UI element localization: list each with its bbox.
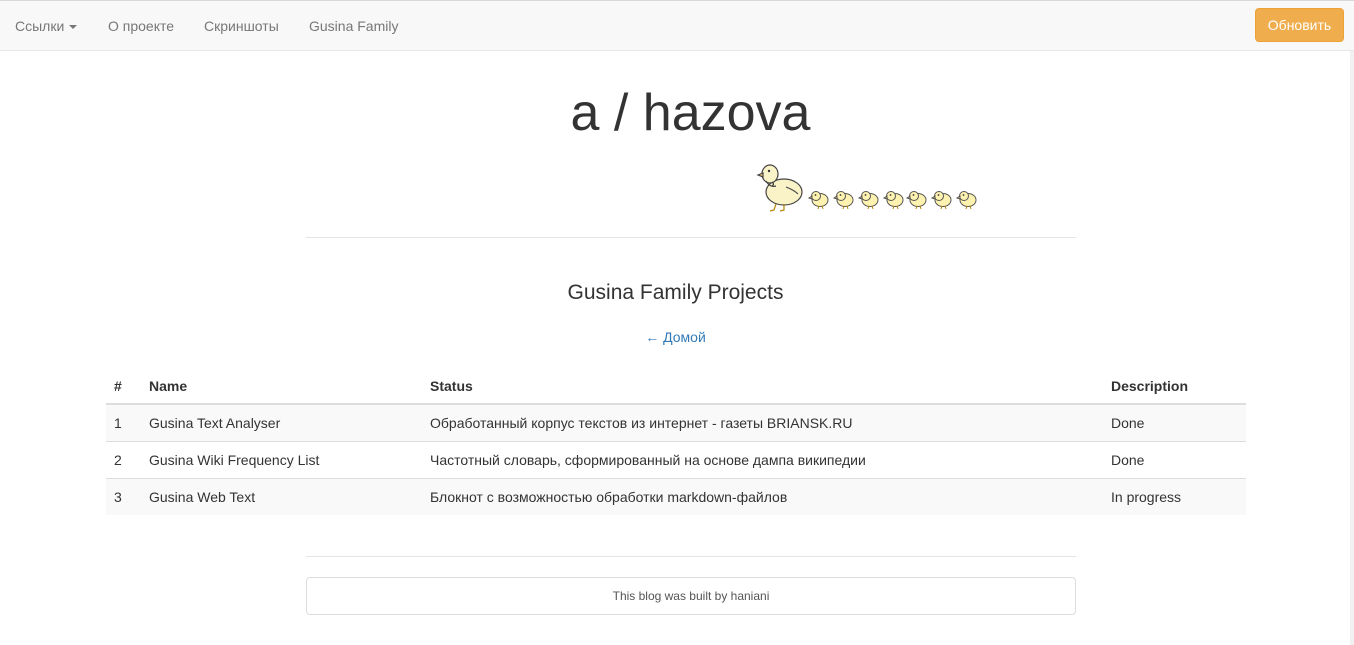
project-description: In progress	[1103, 478, 1246, 515]
row-number: 2	[106, 441, 141, 479]
ducks-image	[756, 164, 977, 212]
footer-text: This blog was built by haniani	[612, 589, 770, 603]
caret-down-icon	[69, 25, 78, 30]
top-navbar: Ссылки О проекте Скриншоты Gusina Family…	[0, 0, 1354, 51]
scrollbar-track[interactable]	[1350, 51, 1354, 645]
duckling-icon	[882, 191, 904, 210]
table-row: 3 Gusina Web Text Блокнот с возможностью…	[106, 478, 1246, 515]
page-subtitle: Gusina Family Projects	[567, 281, 784, 304]
project-name: Gusina Web Text	[141, 478, 422, 515]
table-row: 1 Gusina Text Analyser Обработанный корп…	[106, 403, 1246, 442]
nav-screenshots[interactable]: Скриншоты	[204, 1, 279, 51]
project-name: Gusina Text Analyser	[141, 403, 422, 442]
duckling-icon	[807, 191, 829, 210]
duckling-icon	[955, 191, 977, 210]
duckling-icon	[857, 191, 879, 210]
table-row: 2 Gusina Wiki Frequency List Частотный с…	[106, 441, 1246, 479]
project-description: Done	[1103, 403, 1246, 442]
header-divider	[306, 237, 1076, 238]
nav-about[interactable]: О проекте	[108, 1, 174, 51]
footer: This blog was built by haniani	[306, 577, 1076, 615]
row-number: 1	[106, 403, 141, 442]
links-dropdown-label: Ссылки	[15, 18, 65, 34]
table-header-row: # Name Status Description	[106, 368, 1246, 405]
project-status: Частотный словарь, сформированный на осн…	[422, 441, 1103, 479]
duckling-icon	[930, 191, 952, 210]
project-name: Gusina Wiki Frequency List	[141, 441, 422, 479]
duckling-icon	[832, 191, 854, 210]
footer-divider	[306, 556, 1076, 557]
update-button[interactable]: Обновить	[1255, 8, 1344, 42]
project-status: Обработанный корпус текстов из интернет …	[422, 403, 1103, 442]
home-link[interactable]: ← Домой	[0, 327, 1351, 347]
links-dropdown[interactable]: Ссылки	[15, 1, 78, 51]
column-header-description: Description	[1103, 368, 1246, 405]
projects-table: # Name Status Description 1 Gusina Text …	[106, 368, 1246, 515]
project-description: Done	[1103, 441, 1246, 479]
duckling-icon	[905, 191, 927, 210]
site-title: a / hazova	[570, 84, 811, 142]
nav-gusina-family[interactable]: Gusina Family	[309, 1, 398, 51]
column-header-number: #	[106, 368, 141, 405]
project-status: Блокнот с возможностью обработки markdow…	[422, 478, 1103, 515]
column-header-status: Status	[422, 368, 1103, 405]
column-header-name: Name	[141, 368, 422, 405]
mother-duck-icon	[756, 164, 803, 212]
row-number: 3	[106, 478, 141, 515]
